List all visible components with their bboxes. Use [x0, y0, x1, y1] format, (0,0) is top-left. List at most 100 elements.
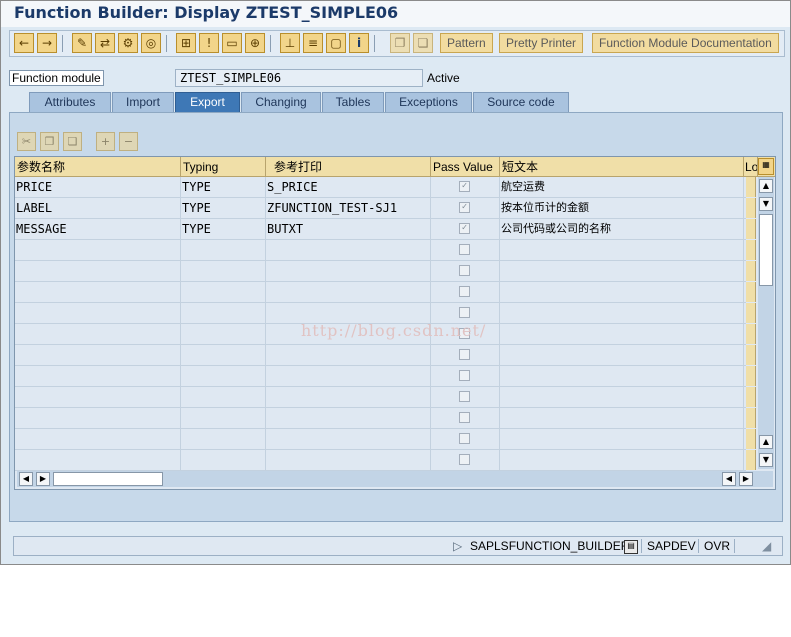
reference-type-cell[interactable]: [266, 240, 431, 260]
reference-type-cell[interactable]: [266, 366, 431, 386]
tab-export[interactable]: Export: [175, 92, 240, 113]
typing-cell[interactable]: [181, 324, 266, 344]
table-row[interactable]: [15, 450, 746, 471]
parameter-name-cell[interactable]: [15, 450, 181, 470]
long-text-cell[interactable]: [746, 408, 756, 428]
long-text-cell[interactable]: [746, 198, 756, 218]
page-down-icon[interactable]: ▼: [759, 453, 773, 467]
column-config-icon[interactable]: ▦: [758, 158, 774, 175]
activate-icon[interactable]: ⚙: [118, 33, 138, 53]
forward-icon[interactable]: →: [37, 33, 57, 53]
table-row[interactable]: [15, 387, 746, 408]
pass-value-checkbox[interactable]: [459, 412, 470, 423]
status-program-icon[interactable]: ▤: [624, 540, 638, 554]
reference-type-cell[interactable]: ZFUNCTION_TEST-SJ1: [266, 198, 431, 218]
short-text-cell[interactable]: [500, 366, 744, 386]
typing-cell[interactable]: TYPE: [181, 219, 266, 239]
parameter-name-cell[interactable]: [15, 408, 181, 428]
long-text-cell[interactable]: [746, 429, 756, 449]
typing-cell[interactable]: [181, 387, 266, 407]
short-text-cell[interactable]: [500, 261, 744, 281]
info-icon[interactable]: i: [349, 33, 369, 53]
typing-cell[interactable]: TYPE: [181, 198, 266, 218]
parameter-name-cell[interactable]: [15, 324, 181, 344]
parameter-name-cell[interactable]: [15, 282, 181, 302]
page-right-icon[interactable]: ▶: [739, 472, 753, 486]
parameter-name-cell[interactable]: [15, 387, 181, 407]
hierarchy-icon[interactable]: ⊥: [280, 33, 300, 53]
vertical-scrollbar[interactable]: ▲ ▼ ▲ ▼: [758, 177, 774, 469]
long-text-cell[interactable]: [746, 261, 756, 281]
typing-cell[interactable]: [181, 429, 266, 449]
reference-type-cell[interactable]: [266, 261, 431, 281]
short-text-cell[interactable]: [500, 387, 744, 407]
pass-value-checkbox[interactable]: [459, 307, 470, 318]
short-text-cell[interactable]: 公司代码或公司的名称: [500, 219, 744, 239]
short-text-cell[interactable]: [500, 303, 744, 323]
pass-value-checkbox[interactable]: [459, 286, 470, 297]
table-row[interactable]: [15, 429, 746, 450]
pass-value-checkbox[interactable]: [459, 454, 470, 465]
navigate-icon[interactable]: ⊕: [245, 33, 265, 53]
typing-cell[interactable]: [181, 240, 266, 260]
scroll-up-icon[interactable]: ▲: [759, 179, 773, 193]
typing-cell[interactable]: TYPE: [181, 177, 266, 197]
reference-type-cell[interactable]: [266, 450, 431, 470]
resize-grip-icon[interactable]: ◢: [762, 539, 771, 553]
short-text-cell[interactable]: [500, 408, 744, 428]
table-row[interactable]: [15, 345, 746, 366]
where-used-icon[interactable]: !: [199, 33, 219, 53]
pass-value-checkbox[interactable]: [459, 433, 470, 444]
short-text-cell[interactable]: 航空运费: [500, 177, 744, 197]
pass-value-checkbox[interactable]: ✓: [459, 202, 470, 213]
tab-import[interactable]: Import: [112, 92, 174, 113]
typing-cell[interactable]: [181, 345, 266, 365]
cut-row-icon[interactable]: ✂: [17, 132, 36, 151]
back-icon[interactable]: ←: [14, 33, 34, 53]
long-text-cell[interactable]: [746, 345, 756, 365]
long-text-cell[interactable]: [746, 219, 756, 239]
typing-cell[interactable]: [181, 303, 266, 323]
long-text-cell[interactable]: [746, 387, 756, 407]
short-text-cell[interactable]: [500, 345, 744, 365]
short-text-cell[interactable]: [500, 429, 744, 449]
pattern-button[interactable]: Pattern: [440, 33, 493, 53]
short-text-cell[interactable]: 按本位币计的金额: [500, 198, 744, 218]
copy-icon[interactable]: ❐: [390, 33, 410, 53]
object-list-icon[interactable]: ⊞: [176, 33, 196, 53]
long-text-cell[interactable]: [746, 240, 756, 260]
table-row[interactable]: [15, 408, 746, 429]
parameter-name-cell[interactable]: [15, 303, 181, 323]
typing-cell[interactable]: [181, 261, 266, 281]
status-expand-icon[interactable]: ▷: [453, 539, 462, 553]
tab-tables[interactable]: Tables: [322, 92, 384, 113]
pass-value-checkbox[interactable]: [459, 391, 470, 402]
column-header-long-text[interactable]: Lo: [744, 157, 758, 176]
column-header-short-text[interactable]: 短文本: [500, 157, 744, 176]
tab-attributes[interactable]: Attributes: [29, 92, 111, 113]
function-module-documentation-button[interactable]: Function Module Documentation: [592, 33, 779, 53]
edit-pencil-icon[interactable]: ✎: [72, 33, 92, 53]
paste-row-icon[interactable]: ❏: [63, 132, 82, 151]
long-text-cell[interactable]: [746, 177, 756, 197]
column-header-reference-type[interactable]: 参考打印: [266, 157, 431, 176]
parameter-name-cell[interactable]: PRICE: [15, 177, 181, 197]
scroll-left-icon[interactable]: ◀: [19, 472, 33, 486]
long-text-cell[interactable]: [746, 450, 756, 470]
page-up-icon[interactable]: ▲: [759, 435, 773, 449]
short-text-cell[interactable]: [500, 450, 744, 470]
reference-type-cell[interactable]: [266, 303, 431, 323]
parameter-name-cell[interactable]: [15, 366, 181, 386]
parameter-name-cell[interactable]: [15, 240, 181, 260]
short-text-cell[interactable]: [500, 282, 744, 302]
horizontal-scroll-thumb[interactable]: [53, 472, 163, 486]
window-icon[interactable]: ▢: [326, 33, 346, 53]
column-header-typing[interactable]: Typing: [181, 157, 266, 176]
reference-type-cell[interactable]: S_PRICE: [266, 177, 431, 197]
pass-value-checkbox[interactable]: ✓: [459, 223, 470, 234]
pass-value-checkbox[interactable]: ✓: [459, 181, 470, 192]
copy-row-icon[interactable]: ❐: [40, 132, 59, 151]
delete-row-icon[interactable]: −: [119, 132, 138, 151]
horizontal-scrollbar[interactable]: ◀ ▶ ◀ ▶: [17, 471, 773, 487]
reference-type-cell[interactable]: [266, 282, 431, 302]
